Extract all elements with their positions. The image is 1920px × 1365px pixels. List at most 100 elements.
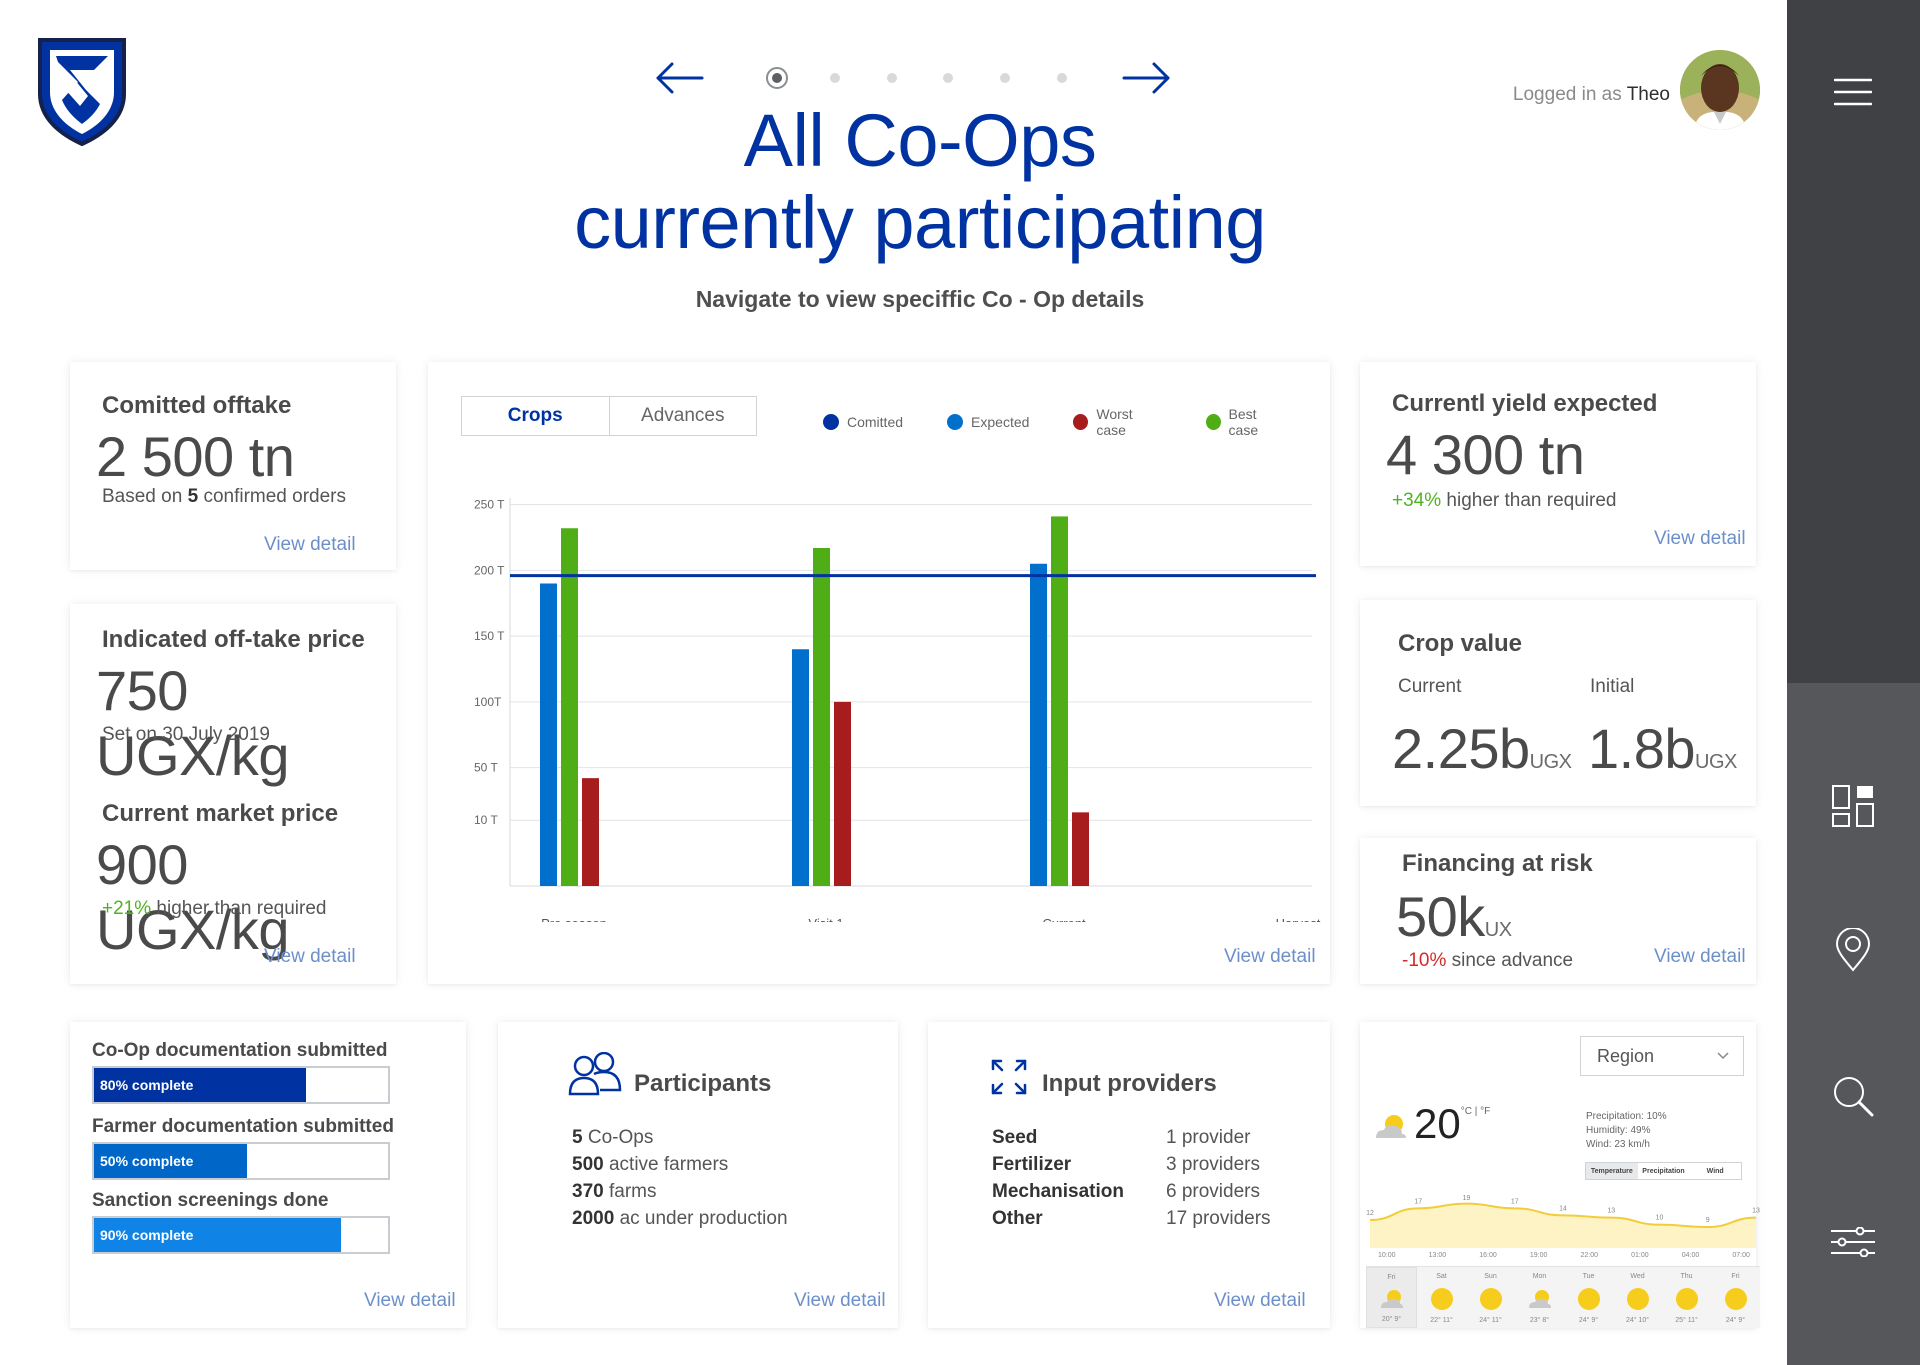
y-tick-label: 150 T (474, 629, 505, 643)
forecast-day-name: Fri (1731, 1273, 1740, 1280)
wind-text: Wind: 23 km/h (1586, 1139, 1650, 1150)
precipitation-text: Precipitation: 10% (1586, 1111, 1667, 1122)
region-select[interactable]: Region (1580, 1036, 1744, 1076)
temperature-point-label: 14 (1559, 1205, 1567, 1212)
financing-value-unit: UX (1484, 919, 1512, 941)
crop-value-current-label: Current (1398, 676, 1462, 697)
yield-view-detail[interactable]: View detail (1654, 528, 1746, 550)
page-dot-5[interactable] (998, 71, 1012, 85)
input-providers-view-detail[interactable]: View detail (1214, 1290, 1306, 1312)
financing-view-detail[interactable]: View detail (1654, 946, 1746, 968)
co-op-docs-progress-fill: 80% complete (94, 1068, 306, 1102)
participants-view-detail[interactable]: View detail (794, 1290, 886, 1312)
page-dot-6[interactable] (1055, 71, 1069, 85)
legend-worst-case: Worst case (1073, 406, 1161, 438)
page-subtitle: Navigate to view speciffic Co - Op detai… (695, 286, 1145, 312)
region-select-label: Region (1597, 1045, 1655, 1066)
weather-tab-wind[interactable]: Wind (1689, 1163, 1741, 1179)
next-button[interactable] (1120, 58, 1172, 98)
participants-row-number: 370 (572, 1181, 604, 1202)
legend-best-case: Best case (1205, 406, 1286, 438)
participants-row: 5 Co-Ops (572, 1124, 788, 1151)
participants-title: Participants (634, 1070, 772, 1097)
prices-view-detail[interactable]: View detail (264, 946, 356, 968)
temperature-point-label: 12 (1366, 1210, 1374, 1217)
market-price-delta: +21% higher than required (102, 898, 326, 920)
crop-value-current-unit: UGX (1529, 751, 1572, 773)
location-button[interactable] (1823, 920, 1883, 980)
crops-chart-card: Crops Advances Comitted Expected Worst c… (428, 362, 1330, 984)
weather-details: Precipitation: 10% Humidity: 49% Wind: 2… (1586, 1110, 1667, 1152)
sliders-icon (1831, 1227, 1875, 1257)
committed-offtake-view-detail[interactable]: View detail (264, 534, 356, 556)
forecast-day-temps: 24° 10° (1625, 1317, 1650, 1324)
input-providers-counts: 1 provider 3 providers 6 providers 17 pr… (1166, 1124, 1271, 1232)
chart-tabs: Crops Advances (461, 396, 757, 436)
provider-type-name: Fertilizer (992, 1154, 1072, 1175)
forecast-day[interactable]: Mon 23° 8° (1515, 1267, 1564, 1328)
forecast-day[interactable]: Fri 24° 9° (1711, 1267, 1760, 1328)
sanction-screenings-progress-fill: 90% complete (94, 1218, 341, 1252)
legend-committed: Comitted (823, 406, 903, 438)
bar-worst-case (1072, 812, 1089, 886)
forecast-day[interactable]: Fri 20° 9° (1366, 1267, 1417, 1328)
forecast-day[interactable]: Sat 22° 11° (1417, 1267, 1466, 1328)
search-button[interactable] (1823, 1066, 1883, 1126)
tab-advances[interactable]: Advances (610, 397, 757, 435)
temperature-point-label: 13 (1607, 1208, 1615, 1215)
weather-tab-temperature[interactable]: Temperature (1586, 1163, 1638, 1179)
forecast-day[interactable]: Wed 24° 10° (1613, 1267, 1662, 1328)
participants-row-number: 2000 (572, 1208, 615, 1229)
forecast-hour: 22:00 (1580, 1252, 1599, 1259)
input-providers-card: Input providers Seed Fertilizer Mechanis… (928, 1022, 1330, 1328)
crop-value-initial-label: Initial (1590, 676, 1635, 697)
crop-value-current-number: 2.25b (1392, 717, 1530, 780)
chart-view-detail[interactable]: View detail (1224, 946, 1316, 968)
page-dot-3[interactable] (885, 71, 899, 85)
x-tick-label: Current (1042, 916, 1086, 922)
crop-value-label: Crop value (1398, 630, 1523, 657)
avatar-image (1680, 50, 1760, 130)
forecast-hour: 16:00 (1479, 1252, 1497, 1259)
bar-worst-case (834, 701, 851, 886)
dashboard-button[interactable] (1823, 776, 1883, 836)
tab-crops[interactable]: Crops (462, 397, 610, 435)
filters-button[interactable] (1823, 1212, 1883, 1272)
user-avatar[interactable] (1680, 50, 1760, 130)
legend-swatch-best-case (1205, 414, 1221, 430)
provider-count: 17 providers (1166, 1208, 1271, 1229)
forecast-day[interactable]: Thu 25° 11° (1662, 1267, 1711, 1328)
weather-card: Region 20°C | °F Precipitation: 10% Humi… (1360, 1022, 1760, 1328)
forecast-day-temps: 24° 9° (1725, 1317, 1746, 1324)
participants-row-number: 500 (572, 1154, 604, 1175)
provider-count: 3 providers (1166, 1154, 1260, 1175)
chart-legend: Comitted Expected Worst case Best case (823, 406, 1330, 438)
documentation-view-detail[interactable]: View detail (364, 1290, 456, 1312)
sanction-screenings-progress-text: 90% complete (100, 1227, 194, 1243)
previous-button[interactable] (654, 58, 706, 98)
menu-button[interactable] (1823, 62, 1883, 122)
user-name: Theo (1626, 84, 1670, 105)
committed-offtake-sub-suffix: confirmed orders (203, 486, 346, 507)
page-dot-4[interactable] (941, 71, 955, 85)
provider-count: 6 providers (1166, 1181, 1260, 1202)
temperature-units[interactable]: °C | °F (1461, 1106, 1490, 1117)
page-dot-1[interactable] (766, 67, 788, 89)
arrow-right-icon (1122, 62, 1170, 94)
expand-arrows-icon (991, 1059, 1027, 1095)
financing-label: Financing at risk (1402, 850, 1593, 877)
forecast-day[interactable]: Tue 24° 9° (1564, 1267, 1613, 1328)
crop-value-initial-number: 1.8b (1588, 717, 1696, 780)
current-temperature: 20°C | °F (1414, 1100, 1490, 1148)
page-dot-2[interactable] (828, 71, 842, 85)
weather-tab-precipitation[interactable]: Precipitation (1638, 1163, 1690, 1179)
co-op-docs-progress-text: 80% complete (100, 1077, 194, 1093)
farmer-docs-label: Farmer documentation submitted (92, 1116, 394, 1137)
participants-row: 2000 ac under production (572, 1205, 788, 1232)
people-icon (568, 1052, 622, 1096)
hamburger-menu-icon (1834, 78, 1872, 106)
forecast-day[interactable]: Sun 24° 11° (1466, 1267, 1515, 1328)
forecast-day-temps: 24° 9° (1578, 1317, 1599, 1324)
page-title: All Co-Ops currently participating (420, 100, 1420, 264)
provider-type-mechanisation: Mechanisation (992, 1178, 1124, 1205)
